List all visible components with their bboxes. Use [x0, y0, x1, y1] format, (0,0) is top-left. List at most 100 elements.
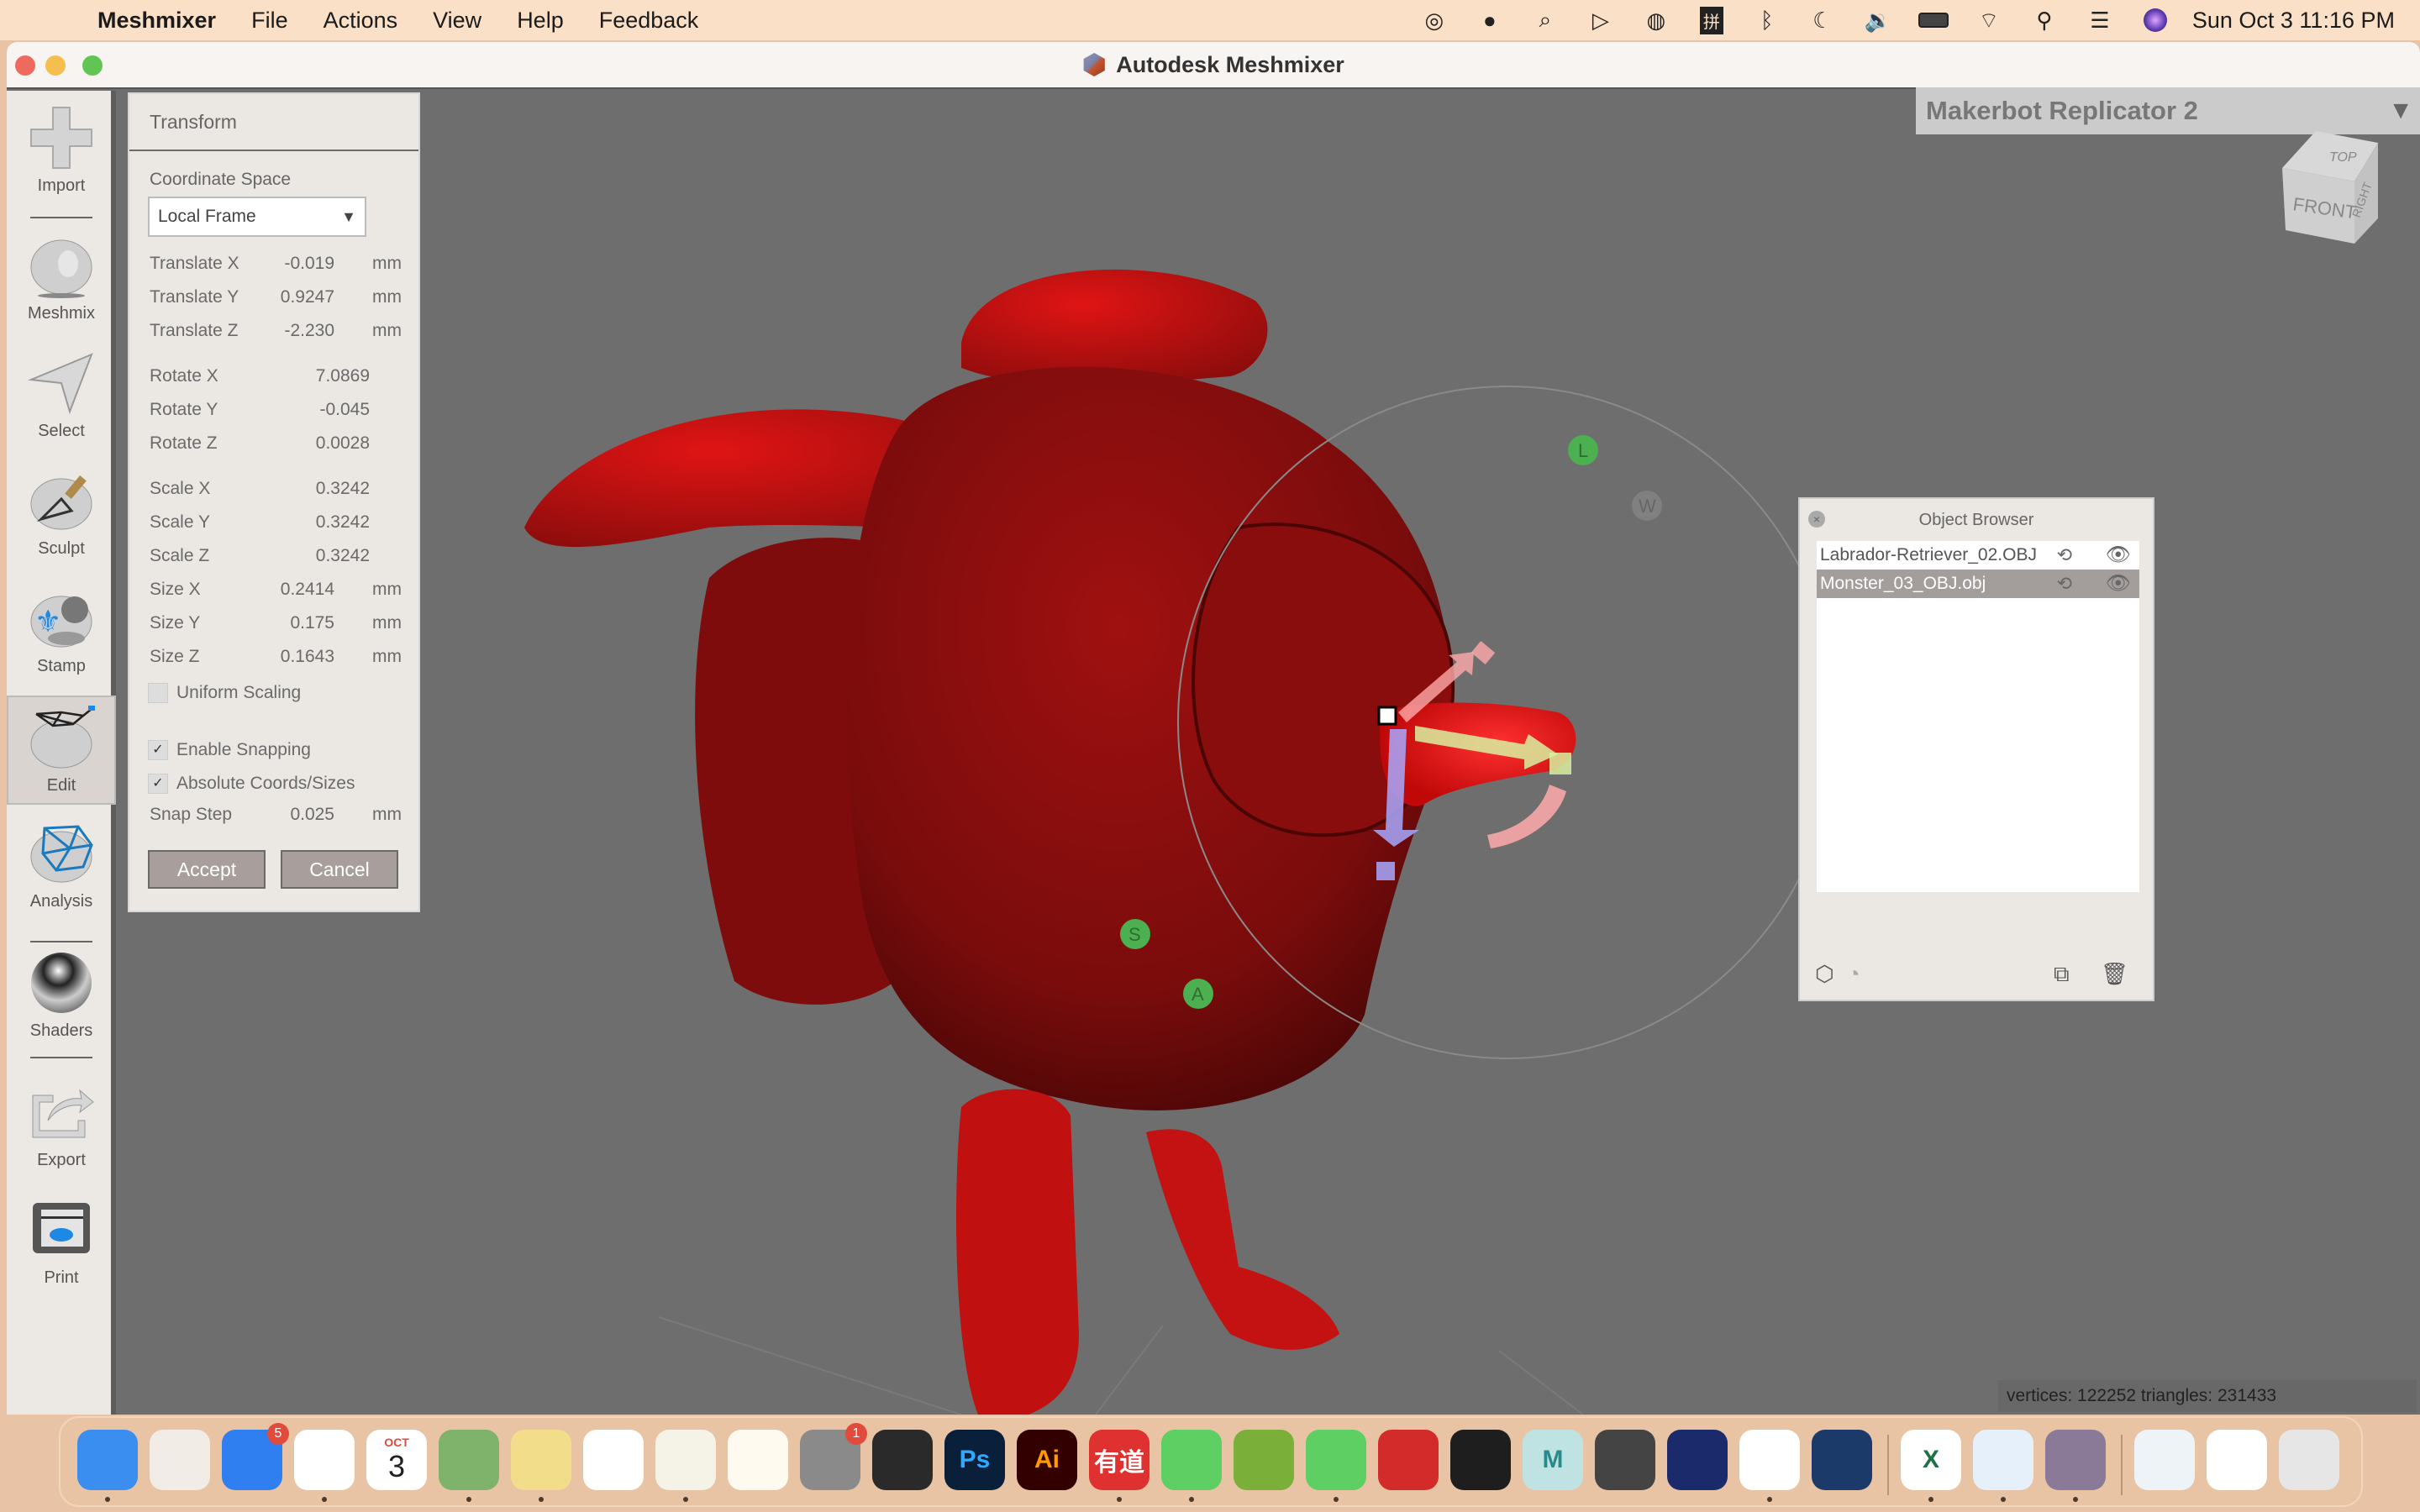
field-value[interactable]: 0.3242	[316, 512, 370, 533]
notes-icon[interactable]	[655, 1430, 716, 1490]
maximize-window-button[interactable]	[82, 55, 103, 76]
launchpad-icon[interactable]	[150, 1430, 210, 1490]
netease-music-icon[interactable]	[1378, 1430, 1439, 1490]
field-translate-z[interactable]: Translate Z -2.230 mm	[150, 321, 402, 351]
play-icon[interactable]: ▷	[1584, 5, 1618, 35]
viewcube-top-label[interactable]: TOP	[2329, 150, 2357, 165]
field-value[interactable]: -0.045	[319, 400, 370, 420]
checkbox-checked[interactable]: ✓	[148, 740, 168, 760]
steam-icon[interactable]	[1812, 1430, 1872, 1490]
cinema4d-icon[interactable]	[1667, 1430, 1728, 1490]
minimize-window-button[interactable]	[45, 55, 66, 76]
field-value[interactable]: 0.175	[290, 613, 334, 633]
tool-stamp[interactable]: ⚜ Stamp	[7, 578, 116, 687]
field-value[interactable]: 0.3242	[316, 479, 370, 499]
spotify-icon[interactable]	[1306, 1430, 1366, 1490]
eye-icon[interactable]: 👁	[2106, 543, 2131, 567]
reminders-icon[interactable]	[583, 1430, 644, 1490]
menu-file[interactable]: File	[251, 8, 288, 34]
illustrator-icon[interactable]: Ai	[1017, 1430, 1077, 1490]
field-value[interactable]: -2.230	[284, 321, 334, 341]
magnet-icon[interactable]: ⟲	[2057, 544, 2072, 566]
pie-icon[interactable]: ◔	[1847, 961, 1860, 987]
finder-icon[interactable]	[77, 1430, 138, 1490]
system-preferences-icon[interactable]: 1	[800, 1423, 867, 1490]
safari-icon[interactable]	[1973, 1430, 2033, 1490]
cancel-button[interactable]: Cancel	[281, 850, 398, 889]
field-size-x[interactable]: Size X 0.2414 mm	[150, 580, 402, 610]
absolute-coords-checkbox[interactable]: ✓ Absolute Coords/Sizes	[148, 771, 355, 796]
tool-export[interactable]: Export	[7, 1072, 116, 1181]
field-rotate-y[interactable]: Rotate Y -0.045	[150, 400, 402, 430]
volume-icon[interactable]: 🔉	[1861, 5, 1895, 35]
maya-icon[interactable]: M	[1523, 1430, 1583, 1490]
checkbox-checked[interactable]: ✓	[148, 774, 168, 794]
field-value[interactable]: -0.019	[284, 254, 334, 274]
photoshop-icon[interactable]: Ps	[944, 1430, 1005, 1490]
siri-icon[interactable]	[2139, 5, 2172, 35]
eye-icon[interactable]: 👁	[2106, 571, 2131, 596]
tool-analysis[interactable]: Analysis	[7, 813, 116, 922]
bluetooth-icon[interactable]: ᛒ	[1750, 5, 1784, 35]
figma-icon[interactable]	[1450, 1430, 1511, 1490]
field-scale-x[interactable]: Scale X 0.3242	[150, 479, 402, 509]
field-value[interactable]: 0.2414	[281, 580, 334, 600]
uniform-scaling-checkbox[interactable]: Uniform Scaling	[148, 680, 301, 706]
field-value[interactable]: 7.0869	[316, 366, 370, 386]
field-value[interactable]: 0.1643	[281, 647, 334, 667]
tool-import[interactable]: Import	[7, 97, 116, 207]
field-translate-x[interactable]: Translate X -0.019 mm	[150, 254, 402, 284]
view-cube[interactable]: TOP FRONT RIGHT	[2274, 126, 2383, 244]
tool-edit[interactable]: Edit	[7, 696, 116, 805]
field-scale-z[interactable]: Scale Z 0.3242	[150, 546, 402, 576]
coordinate-space-select[interactable]: Local Frame ▼	[148, 197, 366, 237]
downloads-folder-icon[interactable]	[2134, 1430, 2195, 1490]
object-item-selected[interactable]: Monster_03_OBJ.obj ⟲ 👁	[1817, 570, 2139, 598]
menu-app-name[interactable]: Meshmixer	[97, 8, 216, 34]
creative-cloud-icon[interactable]: ◎	[1418, 5, 1451, 35]
checkbox-box[interactable]	[148, 683, 168, 703]
field-translate-y[interactable]: Translate Y 0.9247 mm	[150, 287, 402, 318]
stickies-icon[interactable]	[511, 1430, 571, 1490]
preview-icon[interactable]: ⌕	[1528, 5, 1562, 35]
control-center-icon[interactable]: ☰	[2083, 5, 2117, 35]
final-cut-icon[interactable]	[872, 1430, 933, 1490]
gizmo-center-cube[interactable]	[1377, 706, 1397, 726]
menu-feedback[interactable]: Feedback	[599, 8, 699, 34]
wifi-icon[interactable]: ⌔	[1972, 5, 2006, 35]
clock[interactable]: Sun Oct 3 11:16 PM	[2192, 8, 2395, 34]
wechat-app-icon[interactable]	[1161, 1430, 1222, 1490]
menu-view[interactable]: View	[433, 8, 481, 34]
field-rotate-z[interactable]: Rotate Z 0.0028	[150, 433, 402, 464]
moon-icon[interactable]: ☾	[1806, 5, 1839, 35]
trash-icon[interactable]: 🗑	[2101, 961, 2128, 987]
slack-icon[interactable]	[1739, 1430, 1800, 1490]
tool-sculpt[interactable]: Sculpt	[7, 460, 116, 570]
meshmixer-app-icon[interactable]	[2045, 1430, 2106, 1490]
rhino-icon[interactable]	[1595, 1430, 1655, 1490]
grasshopper-icon[interactable]	[1234, 1430, 1294, 1490]
magnet-icon[interactable]: ⟲	[2057, 573, 2072, 595]
accept-button[interactable]: Accept	[148, 850, 266, 889]
enable-snapping-checkbox[interactable]: ✓ Enable Snapping	[148, 738, 311, 763]
app-store-icon[interactable]: 5	[222, 1423, 289, 1490]
trash-icon[interactable]	[2279, 1430, 2339, 1490]
field-scale-y[interactable]: Scale Y 0.3242	[150, 512, 402, 543]
menu-actions[interactable]: Actions	[324, 8, 398, 34]
field-size-z[interactable]: Size Z 0.1643 mm	[150, 647, 402, 677]
close-window-button[interactable]	[15, 55, 35, 76]
duplicate-icon[interactable]: ⧉	[2054, 961, 2070, 988]
menu-help[interactable]: Help	[517, 8, 564, 34]
pages-icon[interactable]	[728, 1430, 788, 1490]
close-panel-icon[interactable]: ×	[1808, 511, 1825, 528]
tool-print[interactable]: Print	[7, 1189, 116, 1299]
battery-icon[interactable]	[1917, 5, 1950, 35]
field-snap-step[interactable]: Snap Step 0.025 mm	[150, 805, 402, 835]
tool-shaders[interactable]: Shaders	[7, 942, 116, 1052]
field-value[interactable]: 0.025	[290, 805, 334, 825]
wechat-icon[interactable]: ●	[1473, 5, 1507, 35]
document-icon[interactable]	[2207, 1430, 2267, 1490]
input-method-icon[interactable]: 拼	[1695, 5, 1728, 35]
excel-icon[interactable]: X	[1901, 1430, 1961, 1490]
field-value[interactable]: 0.0028	[316, 433, 370, 454]
